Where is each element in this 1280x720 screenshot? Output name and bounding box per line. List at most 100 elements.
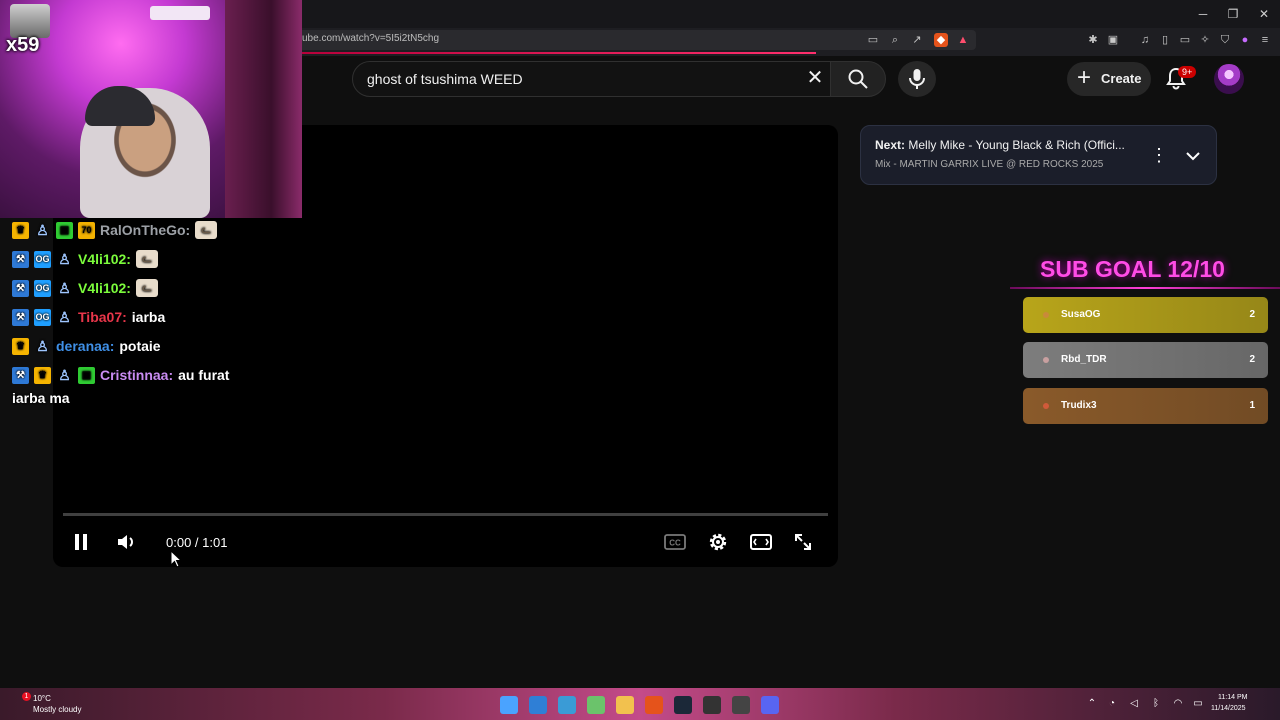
search-button[interactable] <box>830 61 886 97</box>
voice-search-button[interactable] <box>898 61 936 97</box>
profile-icon[interactable]: ● <box>1238 33 1252 47</box>
fullscreen-button[interactable] <box>791 530 815 554</box>
sub-goal-row: Rbd_TDR 2 <box>1023 342 1268 378</box>
brave-browser-icon[interactable] <box>645 696 663 714</box>
chat-message: ⚒ OG ♙ V4li102: ᓚ <box>12 277 158 299</box>
moderator-badge-icon: ⚒ <box>12 279 29 297</box>
clock-time[interactable]: 11:14 PM <box>1218 694 1247 701</box>
sub-goal-title: SUB GOAL 12/10 <box>1040 256 1225 282</box>
og-badge-icon: OG <box>34 279 51 297</box>
cc-icon: CC <box>664 534 686 550</box>
restore-button[interactable]: ❐ <box>1218 4 1248 24</box>
video-progress-bar[interactable] <box>63 513 828 516</box>
sub-goal-row: Trudix3 1 <box>1023 388 1268 424</box>
vpn-icon[interactable]: ⛉ <box>1218 33 1232 47</box>
mute-button[interactable] <box>114 530 138 554</box>
steam-icon[interactable] <box>674 696 692 714</box>
weather-condition[interactable]: Mostly cloudy <box>33 705 81 714</box>
tray-overflow-icon[interactable]: ⌃ <box>1086 698 1098 710</box>
file-explorer-icon[interactable] <box>616 696 634 714</box>
video-time: 0:00 / 1:01 <box>166 535 228 550</box>
sub-goal-dot <box>1043 403 1049 409</box>
wallet-icon[interactable]: ▭ <box>1178 33 1192 47</box>
start-icon[interactable] <box>500 696 518 714</box>
battery-icon[interactable]: ▭ <box>1192 698 1204 710</box>
streamer-emote-image <box>10 4 50 38</box>
moderator-badge-icon: ⚒ <box>12 366 29 384</box>
settings-button[interactable] <box>706 530 730 554</box>
chat-text: iarba <box>131 309 166 325</box>
more-options-icon[interactable]: ⋮ <box>1150 144 1168 166</box>
chat-message-continuation: iarba ma <box>12 387 70 409</box>
gift-badge-icon: ▣ <box>56 221 73 239</box>
up-next-video-title: Melly Mike - Young Black & Rich (Offici.… <box>908 138 1125 152</box>
webcam-overlay: x59 <box>0 0 302 218</box>
cast-icon[interactable]: ▭ <box>866 33 880 47</box>
chat-message: ⚒ OG ♙ V4li102: ᓚ <box>12 248 158 270</box>
clear-search-icon[interactable]: ✕ <box>804 66 826 90</box>
chat-text: potaie <box>119 338 161 354</box>
network-icon[interactable]: ◔ <box>1106 698 1118 710</box>
chat-message: ♛ ♙ ▣ 70 RalOnTheGo: ᓚ <box>12 219 218 241</box>
moderator-badge-icon: ⚒ <box>12 250 29 268</box>
minimize-button[interactable]: ─ <box>1188 4 1218 24</box>
account-avatar[interactable] <box>1214 64 1244 94</box>
clock-date[interactable]: 11/14/2025 <box>1211 705 1246 712</box>
sub-goal-count: 2 <box>1249 354 1255 365</box>
address-bar-url: ube.com/watch?v=5I5i2tN5chg <box>302 33 440 44</box>
leo-icon[interactable]: ✧ <box>1198 33 1212 47</box>
gift-badge-icon: ▣ <box>78 366 95 384</box>
tab-manager-icon[interactable]: ▣ <box>1106 33 1120 47</box>
chat-message: ⚒ OG ♙ Tiba07: iarba <box>12 306 165 328</box>
app-icon-2[interactable] <box>558 696 576 714</box>
chat-text: iarba ma <box>12 390 70 406</box>
weather-temperature[interactable]: 10°C <box>33 694 51 703</box>
subtitles-button[interactable]: CC <box>663 530 687 554</box>
chat-text: au furat <box>178 367 230 383</box>
brave-shield-icon[interactable]: ◆ <box>934 33 948 47</box>
menu-icon[interactable]: ≡ <box>1258 33 1272 47</box>
zoom-icon[interactable]: ⌕ <box>888 33 902 47</box>
sub-goal-dot <box>1043 312 1049 318</box>
webcam-curtain <box>225 0 302 218</box>
og-badge-icon: OG <box>34 308 51 326</box>
sidebar-icon[interactable]: ▯ <box>1158 33 1172 47</box>
page-load-progress <box>296 52 816 54</box>
sub-goal-dot <box>1043 357 1049 363</box>
chef-badge-icon: ♙ <box>36 337 49 354</box>
bluetooth-icon[interactable]: ᛒ <box>1150 698 1162 710</box>
app-icon-1[interactable] <box>529 696 547 714</box>
up-next-title: Next: Melly Mike - Young Black & Rich (O… <box>875 138 1135 152</box>
media-icon[interactable]: ♫ <box>1138 33 1152 47</box>
sub-goal-row: SusaOG 2 <box>1023 297 1268 333</box>
weather-alert-badge: 1 <box>22 692 31 701</box>
expand-button[interactable] <box>1183 146 1203 166</box>
crown-badge-icon: ♛ <box>34 366 51 384</box>
app-icon-3[interactable] <box>587 696 605 714</box>
chat-username: V4li102: <box>78 251 131 267</box>
theater-mode-button[interactable] <box>749 530 773 554</box>
volume-tray-icon[interactable]: ◁ <box>1128 698 1140 710</box>
chevron-down-icon <box>1186 152 1200 161</box>
chat-username: Tiba07: <box>78 309 127 325</box>
sub-goal-name: Rbd_TDR <box>1061 354 1107 365</box>
og-badge-icon: OG <box>34 250 51 268</box>
volume-icon <box>118 535 133 549</box>
app-icon-5[interactable] <box>732 696 750 714</box>
app-icon-4[interactable] <box>703 696 721 714</box>
close-window-button[interactable]: ✕ <box>1249 4 1279 24</box>
brave-rewards-icon[interactable]: ▲ <box>956 33 970 47</box>
wifi-icon[interactable]: ◠ <box>1172 698 1184 710</box>
pause-button[interactable] <box>69 530 93 554</box>
chat-username: RalOnTheGo: <box>100 222 191 238</box>
share-icon[interactable]: ↗ <box>910 33 924 47</box>
sub-goal-count: 2 <box>1249 309 1255 320</box>
chat-message: ♛ ♙ deranaa: potaie <box>12 335 161 357</box>
chef-badge-icon: ♙ <box>58 250 71 267</box>
discord-icon[interactable] <box>761 696 779 714</box>
search-query: ghost of tsushima WEED <box>367 71 523 87</box>
chef-badge-icon: ♙ <box>58 366 71 383</box>
sub-goal-name: SusaOG <box>1061 309 1101 320</box>
extensions-icon[interactable]: ✱ <box>1086 33 1100 47</box>
sub-goal-name: Trudix3 <box>1061 400 1097 411</box>
